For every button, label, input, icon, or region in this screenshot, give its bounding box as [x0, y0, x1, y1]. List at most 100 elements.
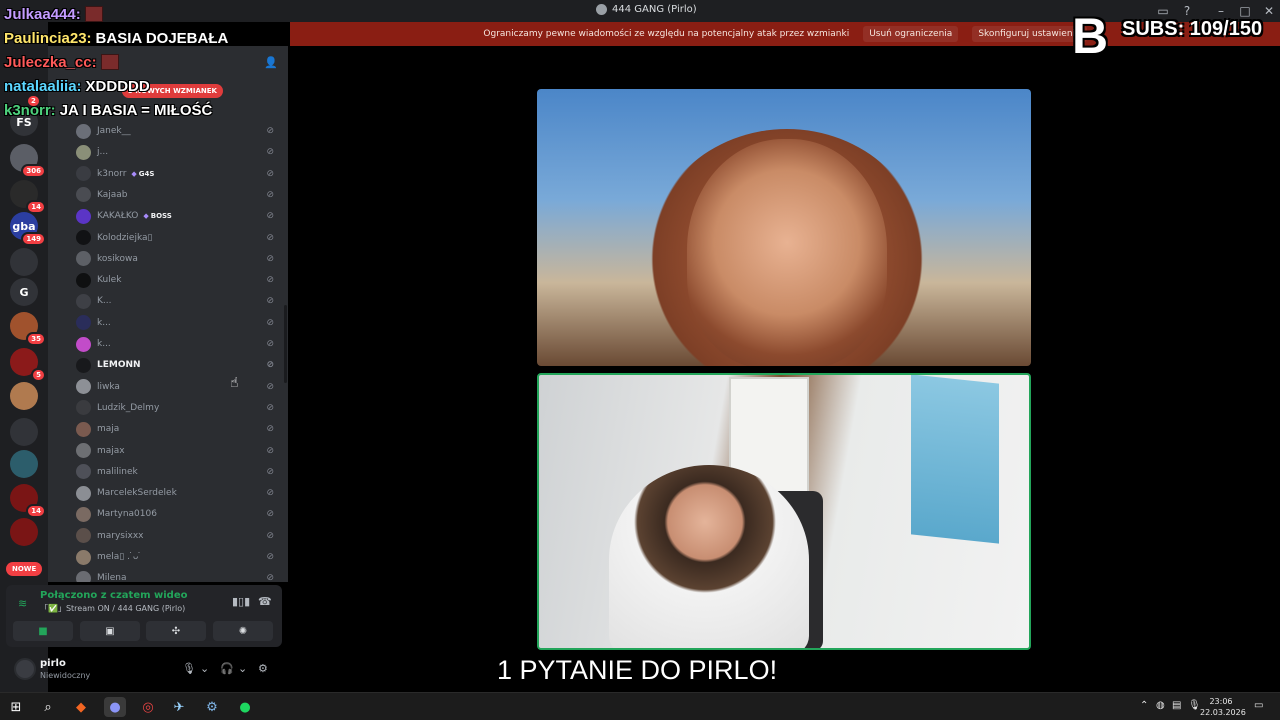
new-unreads-pill[interactable]: NOWE: [6, 562, 43, 576]
camera-button[interactable]: ■: [13, 621, 73, 641]
notifications-icon[interactable]: ▭: [1254, 700, 1263, 711]
chat-message: k3norr: JA I BASIA = MIŁOŚĆ: [4, 102, 212, 119]
chat-username: natalaaliia:: [4, 78, 82, 95]
soundboard-button[interactable]: ✺: [213, 621, 273, 641]
member-row[interactable]: KAKAŁKO ◆ BOSS ⊘: [76, 207, 286, 225]
streamer-figure: [609, 465, 809, 648]
user-avatar[interactable]: [14, 658, 36, 680]
member-row[interactable]: malilinek ⊘: [76, 463, 286, 481]
tray-chevron-icon[interactable]: ⌃: [1140, 700, 1148, 711]
member-avatar: [76, 336, 91, 352]
server-icon[interactable]: [10, 248, 38, 276]
server-icon[interactable]: 35: [10, 312, 46, 346]
discord-button[interactable]: ●: [104, 697, 126, 717]
server-icon[interactable]: gba 149: [10, 212, 46, 246]
member-name: KAKAŁKO: [97, 211, 139, 222]
muted-mic-icon: ⊘: [266, 509, 274, 520]
add-member-icon[interactable]: 👤: [264, 56, 278, 69]
clock-time: 23:06: [1209, 697, 1233, 706]
notice-text: Ograniczamy pewne wiadomości ze względu …: [483, 29, 850, 39]
member-avatar: [76, 528, 91, 544]
member-row[interactable]: Kolodziejka▯ ⊘: [76, 229, 286, 247]
noise-suppression-icon[interactable]: ▮▯▮: [232, 595, 250, 608]
server-icon[interactable]: [10, 450, 38, 478]
member-row[interactable]: liwka ⊘: [76, 378, 286, 396]
member-name: j...: [97, 147, 109, 158]
network-icon[interactable]: ▤: [1172, 700, 1181, 711]
server-icon[interactable]: [10, 382, 38, 410]
unread-badge: 306: [21, 164, 46, 178]
member-avatar: [76, 187, 91, 203]
voice-status[interactable]: Połączono z czatem wideo: [40, 590, 188, 601]
chat-username: Paulincia23:: [4, 30, 92, 47]
muted-mic-icon: ⊘: [266, 424, 274, 435]
member-name: marysixxx: [97, 530, 144, 541]
member-row[interactable]: Ludzik_Delmy ⊘: [76, 399, 286, 417]
tray-app-icon[interactable]: ◍: [1156, 700, 1165, 711]
server-icon[interactable]: [10, 418, 38, 446]
member-name: kosikowa: [97, 253, 138, 264]
clock-date: 22.03.2026: [1200, 708, 1246, 717]
mic-options-chevron-icon[interactable]: ⌄: [200, 662, 209, 675]
member-row[interactable]: Janek__ ⊘: [76, 122, 286, 140]
brave-icon: ◆: [76, 699, 86, 715]
connection-signal-icon[interactable]: ≋: [18, 597, 27, 610]
member-row[interactable]: Kulek ⊘: [76, 271, 286, 289]
member-row[interactable]: majax ⊘: [76, 442, 286, 460]
video-tile-streamer[interactable]: [537, 373, 1031, 650]
server-icon[interactable]: 306: [10, 144, 46, 178]
member-row[interactable]: k... ⊘: [76, 314, 286, 332]
member-row[interactable]: MarcelekSerdelek ⊘: [76, 484, 286, 502]
server-icon[interactable]: 14: [10, 180, 46, 214]
server-icon[interactable]: [10, 518, 38, 546]
headphones-icon[interactable]: 🎧: [220, 662, 234, 675]
spotify-button[interactable]: ●: [234, 697, 256, 717]
server-icon[interactable]: G: [10, 278, 38, 306]
muted-mic-icon: ⊘: [266, 275, 274, 286]
audio-options-chevron-icon[interactable]: ⌄: [238, 662, 247, 675]
member-row[interactable]: LEMONN ⊘: [76, 356, 286, 374]
app-button-2[interactable]: ✈: [168, 697, 190, 717]
disconnect-icon[interactable]: ☎: [258, 595, 272, 608]
camera-icon: ■: [38, 625, 48, 637]
remove-restrictions-button[interactable]: Usuń ograniczenia: [863, 26, 959, 42]
member-row[interactable]: Kajaab ⊘: [76, 186, 286, 204]
server-icon[interactable]: 5: [10, 348, 46, 382]
member-row[interactable]: maja ⊘: [76, 420, 286, 438]
start-button[interactable]: ⊞: [5, 697, 27, 717]
app-button-1[interactable]: ◎: [137, 697, 159, 717]
member-avatar: [76, 251, 91, 267]
muted-mic-icon: ⊘: [266, 317, 274, 328]
member-list-scrollbar[interactable]: [284, 305, 287, 383]
steam-button[interactable]: ⚙: [201, 697, 223, 717]
chat-emote-icon: [84, 6, 103, 22]
muted-mic-icon: ⊘: [266, 530, 274, 541]
microphone-tray-icon[interactable]: 🎙: [1188, 700, 1201, 711]
member-row[interactable]: k... ⊘: [76, 335, 286, 353]
mouse-cursor-icon: ☝: [230, 375, 239, 391]
video-tile-guest[interactable]: [537, 89, 1031, 366]
system-clock[interactable]: 23:06 22.03.2026: [1200, 696, 1246, 718]
settings-gear-icon[interactable]: ⚙: [258, 662, 268, 675]
server-icon[interactable]: 14: [10, 484, 46, 518]
member-row[interactable]: mela▯ . ̇ᴗ ̇ ⊘: [76, 548, 286, 566]
user-name[interactable]: pirlo: [40, 658, 66, 669]
member-row[interactable]: k3norr ◆ G4S ⊘: [76, 165, 286, 183]
chat-username: Juleczka_cc:: [4, 54, 97, 71]
member-avatar: [76, 208, 91, 224]
app-icon-1: ◎: [142, 699, 154, 715]
microphone-icon[interactable]: 🎙: [182, 662, 196, 675]
voice-channel[interactable]: 「✅」Stream ON / 444 GANG (Pirlo): [40, 603, 185, 614]
member-row[interactable]: K... ⊘: [76, 292, 286, 310]
activities-button[interactable]: ✣: [146, 621, 206, 641]
screen-share-button[interactable]: ▣: [80, 621, 140, 641]
member-name: Kolodziejka▯: [97, 232, 153, 243]
member-row[interactable]: Martyna0106 ⊘: [76, 505, 286, 523]
member-row[interactable]: j... ⊘: [76, 143, 286, 161]
search-button[interactable]: ⌕: [37, 697, 59, 717]
screen-share-icon: ▣: [105, 625, 115, 637]
member-row[interactable]: marysixxx ⊘: [76, 527, 286, 545]
member-row[interactable]: kosikowa ⊘: [76, 250, 286, 268]
member-row[interactable]: Milena ⊘: [76, 569, 286, 582]
brave-browser-button[interactable]: ◆: [70, 697, 92, 717]
